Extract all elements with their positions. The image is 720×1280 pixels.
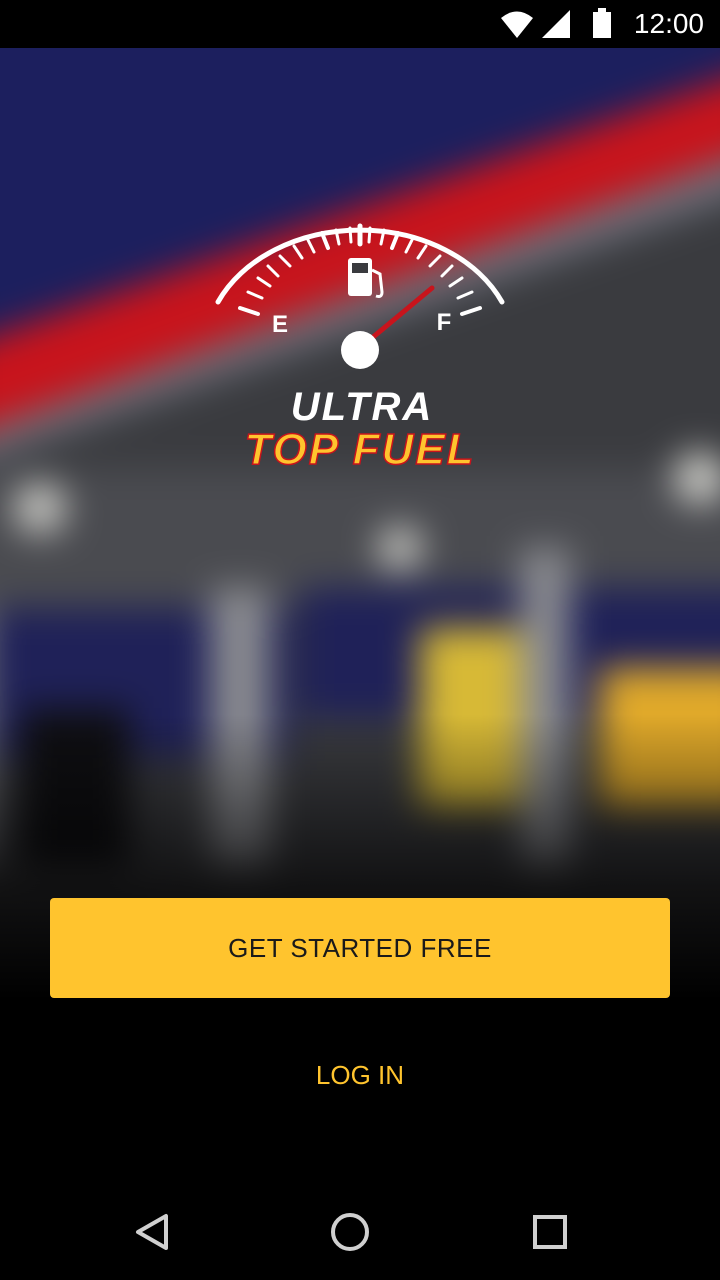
brand-ultra: ULTRA [291, 385, 434, 429]
hero-background [0, 48, 720, 1000]
gauge-empty-label: E [272, 311, 288, 338]
get-started-button[interactable]: GET STARTED FREE [50, 898, 670, 998]
log-in-button[interactable]: LOG IN [260, 1050, 460, 1100]
signal-icon [542, 10, 570, 38]
status-bar: 12:00 [0, 0, 720, 48]
recents-icon[interactable] [522, 1204, 578, 1260]
system-nav-bar [0, 1184, 720, 1280]
gauge-hub [341, 331, 379, 369]
brand-top-fuel: TOP FUEL [244, 425, 475, 474]
home-icon[interactable] [322, 1204, 378, 1260]
status-time: 12:00 [633, 8, 704, 39]
battery-icon [593, 8, 611, 38]
fuel-pump-icon [348, 258, 384, 298]
back-icon[interactable] [124, 1204, 180, 1260]
gauge-full-label: F [437, 309, 452, 336]
ultra-top-fuel-logo: E F ULTRA TOP FUEL [215, 223, 505, 475]
wifi-icon [501, 11, 533, 38]
